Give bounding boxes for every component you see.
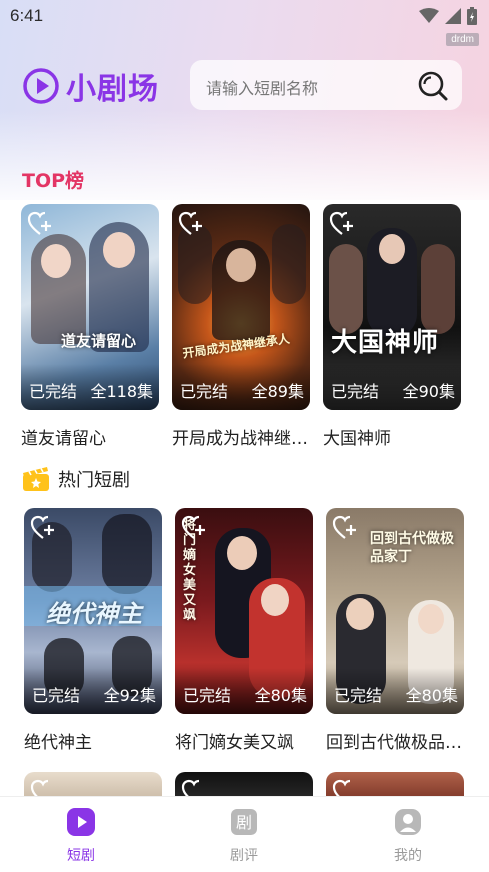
drama-poster[interactable]: 将门嫡女美又飒 已完结 全80集 (175, 508, 313, 714)
favorite-add-icon[interactable] (181, 514, 209, 542)
poster-title-art: 绝代神主 (46, 600, 142, 628)
poster-title-art: 道友请留心 (61, 332, 137, 350)
tab-label: 剧评 (230, 848, 258, 864)
drama-card[interactable]: 将门嫡女美又飒 已完结 全80集 将门嫡女美又飒 (175, 508, 313, 753)
hot-section-title: 热门短剧 (58, 470, 130, 491)
poster-episode-count: 全89集 (251, 382, 304, 401)
poster-status: 已完结 (334, 686, 383, 705)
favorite-add-icon[interactable] (332, 514, 360, 542)
poster-title-art: 大国神师 (331, 328, 440, 358)
drama-poster[interactable]: 绝代神主 已完结 全92集 (24, 508, 162, 714)
clapperboard-icon (23, 467, 49, 491)
signal-icon (445, 8, 461, 24)
debug-badge: drdm (446, 33, 479, 46)
poster-status: 已完结 (32, 686, 81, 705)
poster-title-art: 回到古代做极品家丁 (370, 531, 454, 565)
play-logo-icon (23, 68, 59, 104)
drama-card[interactable]: 道友请留心 已完结 全118集 道友请留心 (21, 204, 159, 449)
drama-title[interactable]: 开局成为战神继承人 (172, 424, 310, 449)
poster-episode-count: 全80集 (405, 686, 458, 705)
poster-status: 已完结 (180, 382, 229, 401)
favorite-add-icon[interactable] (178, 210, 206, 238)
poster-status: 已完结 (29, 382, 78, 401)
review-icon: 剧 (231, 809, 257, 835)
tab-label: 我的 (394, 848, 422, 864)
drama-card[interactable]: 大国神师 已完结 全90集 大国神师 (323, 204, 461, 449)
status-icons (419, 7, 477, 25)
drama-title[interactable]: 将门嫡女美又飒 (175, 728, 313, 753)
drama-card[interactable]: 绝代神主 已完结 全92集 绝代神主 (24, 508, 162, 753)
favorite-add-icon[interactable] (329, 210, 357, 238)
drama-poster[interactable]: 回到古代做极品家丁 已完结 全80集 (326, 508, 464, 714)
drama-title[interactable]: 道友请留心 (21, 424, 159, 449)
drama-card[interactable]: 回到古代做极品家丁 已完结 全80集 回到古代做极品家丁 (326, 508, 464, 753)
user-icon (395, 809, 421, 835)
favorite-add-icon[interactable] (27, 210, 55, 238)
svg-text:剧: 剧 (236, 813, 252, 832)
status-time: 6:41 (10, 6, 44, 25)
poster-episode-count: 全90集 (402, 382, 455, 401)
drama-card[interactable]: 开局成为战神继承人 已完结 全89集 开局成为战神继承人 (172, 204, 310, 449)
drama-title[interactable]: 大国神师 (323, 424, 461, 449)
header-background-fade (0, 110, 489, 210)
poster-episode-count: 全92集 (103, 686, 156, 705)
bottom-tab-bar: 短剧 剧 剧评 我的 (0, 796, 489, 872)
top-section-title: TOP榜 (22, 170, 85, 192)
drama-poster[interactable]: 开局成为战神继承人 已完结 全89集 (172, 204, 310, 410)
tab-reviews[interactable]: 剧 剧评 (194, 807, 294, 865)
app-name: 小剧场 (66, 72, 159, 107)
tab-profile[interactable]: 我的 (358, 807, 458, 865)
app-logo: 小剧场 (22, 64, 159, 108)
tab-shorts[interactable]: 短剧 (31, 807, 131, 865)
poster-status: 已完结 (183, 686, 232, 705)
tab-label: 短剧 (67, 848, 95, 864)
drama-poster[interactable]: 大国神师 已完结 全90集 (323, 204, 461, 410)
search-icon[interactable] (416, 69, 450, 103)
poster-status: 已完结 (331, 382, 380, 401)
play-icon (67, 808, 95, 836)
poster-episode-count: 全118集 (90, 382, 153, 401)
hot-section-header: 热门短剧 (22, 466, 130, 492)
status-bar: 6:41 drdm (0, 0, 489, 46)
poster-episode-count: 全80集 (254, 686, 307, 705)
wifi-icon (419, 8, 439, 23)
favorite-add-icon[interactable] (30, 514, 58, 542)
battery-icon (467, 7, 477, 25)
search-input[interactable]: 请输入短剧名称 (190, 60, 462, 110)
drama-title[interactable]: 绝代神主 (24, 728, 162, 753)
search-placeholder: 请输入短剧名称 (206, 79, 319, 98)
drama-poster[interactable]: 道友请留心 已完结 全118集 (21, 204, 159, 410)
drama-title[interactable]: 回到古代做极品家丁 (326, 728, 464, 753)
